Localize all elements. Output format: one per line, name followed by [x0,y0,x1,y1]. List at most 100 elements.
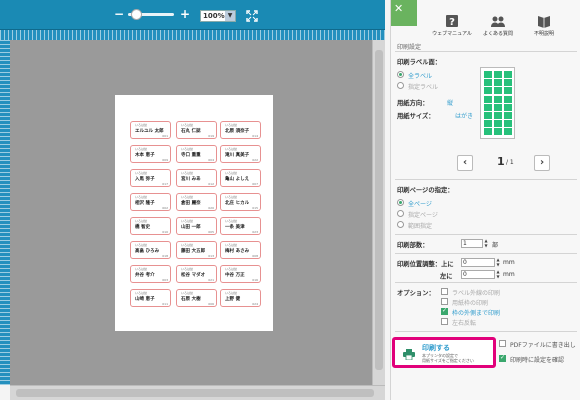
address-label: いろは幼橋 智史 010 [130,217,171,235]
print-button[interactable]: 印刷する 本プリンタの設定で 用紙サイズをご指定ください [392,337,496,368]
label-name: 弁谷 考介 [135,273,155,278]
offset-left-input[interactable]: 0 [461,270,495,279]
thumbnail-label-cell [494,120,502,128]
specified-pages-radio[interactable] [397,210,404,217]
label-number: 016 [252,278,258,282]
mirror-label[interactable]: 左右反転 [452,318,476,327]
label-outline-label[interactable]: ラベル外線の印刷 [452,288,500,297]
label-header: いろは幼 [225,267,238,271]
specified-pages-label[interactable]: 指定ページ [408,210,438,219]
zoom-slider-handle[interactable] [131,9,142,20]
fit-to-window-icon[interactable] [246,10,258,22]
book-icon [538,16,550,28]
horizontal-scrollbar[interactable] [10,385,385,400]
label-number: 003 [162,278,168,282]
range-pages-radio[interactable] [397,221,404,228]
all-labels-radio[interactable] [397,71,404,78]
thumbnail-label-cell [494,87,502,95]
faq-people-icon [491,16,505,27]
copies-label: 印刷部数： [397,242,429,249]
confirm-settings-label[interactable]: 印刷時に設定を確認 [510,355,564,364]
label-outline-checkbox[interactable] [441,288,448,295]
section-title: 印刷設定 [397,44,422,51]
label-name: 宮川 みあ [181,177,201,182]
label-header: いろは幼 [135,267,148,271]
zoom-select[interactable]: 100% ▼ [200,10,236,22]
divider [395,282,577,283]
label-name: 倉田 麗奈 [181,201,201,206]
all-pages-label[interactable]: 全ページ [408,199,432,208]
label-header: いろは幼 [225,243,238,247]
prev-page-button[interactable]: ‹ [457,155,473,171]
svg-text:?: ? [449,17,455,28]
print-outside-frame-checkbox[interactable] [441,307,448,315]
address-label: いろは幼弁谷 考介 003 [130,265,171,283]
vertical-scrollbar[interactable] [372,40,385,385]
offset-top-stepper[interactable]: ▲ ▼ [495,257,501,267]
copies-input[interactable]: 1 [461,239,483,248]
thumbnail-label-cell [504,103,512,111]
label-header: いろは幼 [181,123,194,127]
label-name: エルユル 太郎 [135,129,164,134]
address-label: いろは幼 松谷 マダオ 021 [176,265,217,283]
thumbnail-label-cell [494,71,502,78]
zoom-out-button[interactable]: − [114,7,124,21]
offset-top-input[interactable]: 0 [461,258,495,267]
label-header: いろは幼 [225,291,238,295]
label-number: 010 [162,230,168,234]
label-name: 北原 須奈子 [225,129,250,134]
print-outside-frame-label[interactable]: 枠の外側まで印刷 [452,308,500,317]
label-header: いろは幼 [181,291,194,295]
zoom-in-button[interactable]: + [180,7,190,21]
address-label: いろは幼 エルユル 太郎 001 [130,121,171,139]
thumbnail-label-cell [494,128,502,136]
label-number: 018 [162,254,168,258]
label-name: 寺口 重重 [181,153,201,158]
offset-left-stepper[interactable]: ▲ ▼ [495,269,501,279]
label-name: 入馬 弥子 [135,177,155,182]
scrollbar-thumb[interactable] [375,50,383,370]
address-label: いろは幼 中谷 万正 016 [220,265,261,283]
confirm-settings-checkbox[interactable] [499,354,506,362]
mirror-checkbox[interactable] [441,318,448,325]
faq-label: よくある質問 [482,31,513,37]
pdf-export-checkbox[interactable] [499,340,506,347]
paper-frame-label[interactable]: 用紙枠の印刷 [452,298,488,307]
address-label: いろは幼 亀山 よしえ 007 [220,169,261,187]
label-name: 亀山 よしえ [225,177,250,182]
pdf-export-label[interactable]: PDFファイルに書き出し [510,340,576,349]
all-labels-label[interactable]: 全ラベル [408,71,432,80]
address-label: いろは幼 石丸 仁誌 019 [176,121,217,139]
position-adjust-label: 印刷位置調整：上に [397,261,454,268]
thumbnail-label-cell [484,79,492,87]
label-name: 北庄 ヒカル [225,201,250,206]
copies-unit: 部 [492,242,499,249]
divider [395,331,577,332]
thumbnail-label-cell [484,120,492,128]
all-pages-radio[interactable] [397,199,404,206]
label-name: 滝川 真美子 [225,153,250,158]
label-header: いろは幼 [135,147,148,151]
paper-frame-checkbox[interactable] [441,298,448,305]
faq-button[interactable]: よくある質問 [476,14,520,37]
specified-labels-radio[interactable] [397,82,404,89]
label-header: いろは幼 [135,219,148,223]
explanation-button[interactable]: 不明説明 [522,14,566,37]
range-pages-label[interactable]: 範囲指定 [408,221,432,230]
address-label: いろは幼 入馬 弥子 017 [130,169,171,187]
specified-labels-label[interactable]: 指定ラベル [408,82,438,91]
page-range-title: 印刷ページの指定： [397,187,454,194]
next-page-button[interactable]: › [534,155,550,171]
label-name: 相沢 隆子 [135,201,155,206]
orientation-label: 用紙方向： [397,100,429,107]
scrollbar-thumb[interactable] [16,389,374,397]
page-total: / 1 [506,159,514,166]
label-number: 001 [162,134,168,138]
web-manual-button[interactable]: ? ウェブマニュアル [430,14,474,37]
print-note-line2: 用紙サイズをご指定ください [422,358,474,363]
close-panel-button[interactable]: ✕ [391,0,417,26]
copies-stepper[interactable]: ▲ ▼ [483,238,489,248]
label-layout-thumbnail [480,67,515,139]
options-label: オプション： [397,290,435,297]
label-header: いろは幼 [181,171,194,175]
